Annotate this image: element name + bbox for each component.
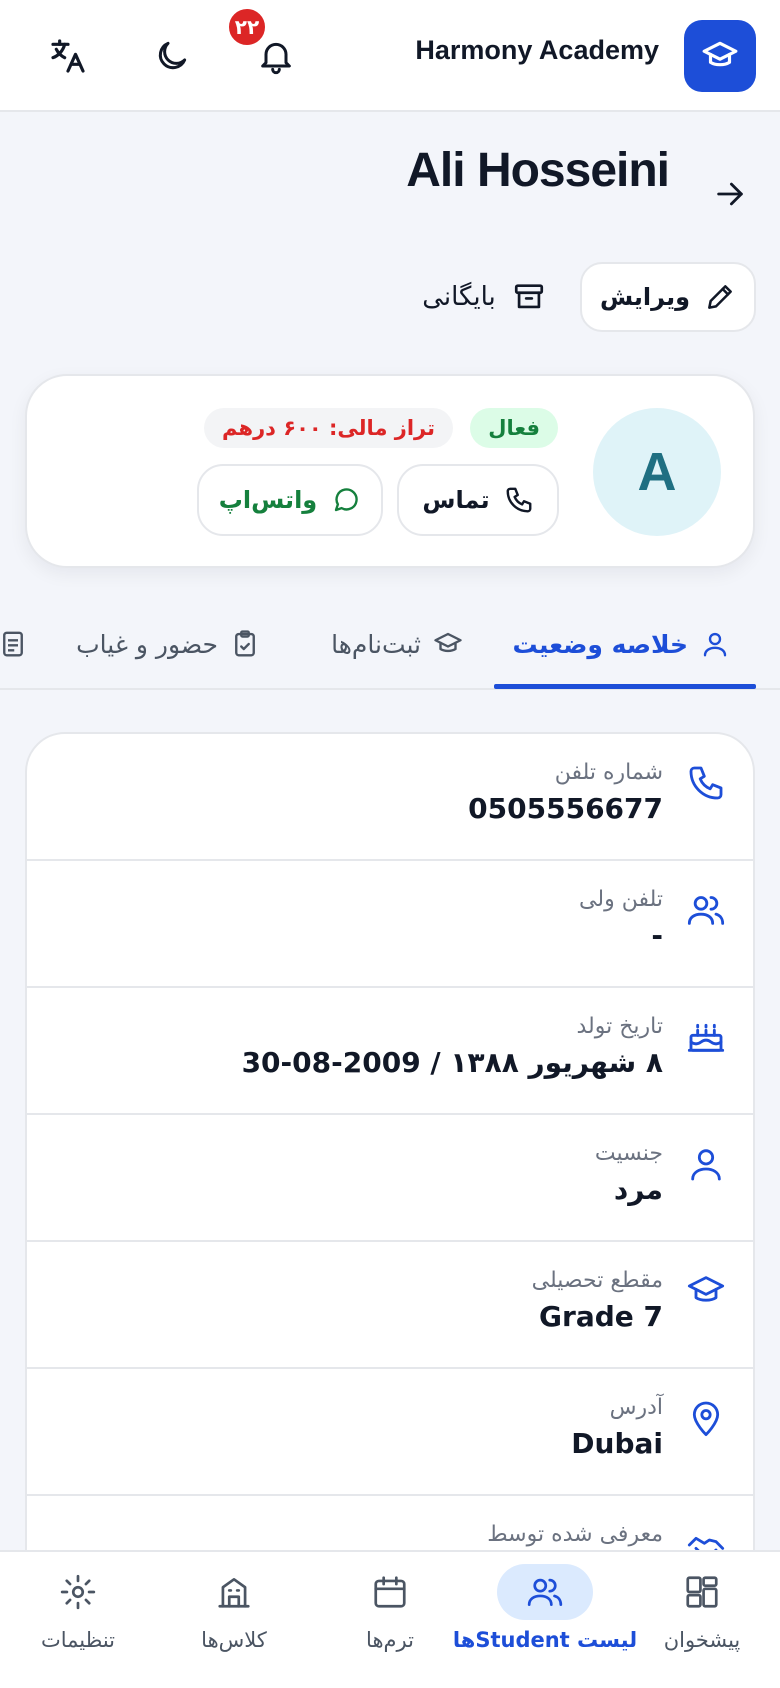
avatar: A <box>593 408 721 536</box>
tab-enrollments[interactable]: ثبت‌نام‌ها <box>331 598 463 690</box>
phone-icon <box>689 766 723 800</box>
student-name: Ali Hosseini <box>406 144 670 197</box>
top-app-bar: Harmony Academy ۲۲ <box>0 0 780 112</box>
info-label: مقطع تحصیلی <box>531 1268 663 1293</box>
call-button-label: تماس <box>422 486 490 514</box>
graduation-cap-icon <box>434 632 462 653</box>
bell-icon <box>261 42 291 75</box>
calendar-icon <box>374 1576 406 1608</box>
nav-terms-label: ترم‌ها <box>366 1628 414 1652</box>
brand-name: Harmony Academy <box>415 35 659 65</box>
info-row-phone: شماره تلفن 0505556677 <box>27 734 753 861</box>
user-icon <box>703 632 727 657</box>
info-label: جنسیت <box>594 1141 663 1166</box>
info-row-parent-phone: تلفن ولی - <box>27 861 753 988</box>
phone-icon <box>506 487 532 513</box>
chat-bubble-icon <box>335 488 358 512</box>
profile-tabs: خلاصه وضعیت ثبت‌نام‌ها حضور و غیاب <box>0 598 780 690</box>
tab-attendance-label: حضور و غیاب <box>76 629 218 659</box>
nav-settings-label: تنظیمات <box>40 1628 116 1652</box>
info-row-gender: جنسیت مرد <box>27 1115 753 1242</box>
bottom-navigation: پیشخوان لیست Studentها ترم‌ها کلاس‌ها تن… <box>0 1550 780 1688</box>
language-button[interactable] <box>42 30 94 82</box>
archive-icon <box>514 284 543 309</box>
student-profile-card: A فعال تراز مالی: ۶۰۰ درهم تماس واتس‌اپ <box>25 374 755 568</box>
tab-summary-label: خلاصه وضعیت <box>512 629 688 659</box>
nav-settings[interactable]: تنظیمات <box>28 1552 128 1688</box>
edit-button-label: ویرایش <box>599 283 691 311</box>
info-label: شماره تلفن <box>554 760 663 785</box>
document-icon <box>3 631 23 657</box>
nav-dashboard[interactable]: پیشخوان <box>652 1552 752 1688</box>
nav-classes-label: کلاس‌ها <box>201 1628 267 1652</box>
status-badge: فعال <box>470 408 558 448</box>
info-row-grade: مقطع تحصیلی Grade 7 <box>27 1242 753 1369</box>
dashboard-icon <box>686 1576 718 1608</box>
info-label: تاریخ تولد <box>576 1014 663 1039</box>
pencil-icon <box>708 285 732 309</box>
nav-dashboard-label: پیشخوان <box>663 1628 741 1652</box>
graduation-cap-icon <box>687 1276 725 1302</box>
info-value: Grade 7 <box>539 1300 663 1333</box>
back-button[interactable] <box>708 172 752 216</box>
clipboard-icon <box>235 630 255 657</box>
archive-button[interactable]: بایگانی <box>404 266 564 328</box>
active-tab-indicator <box>494 684 756 689</box>
info-value: مرد <box>613 1173 663 1206</box>
map-pin-icon <box>692 1401 720 1437</box>
whatsapp-button-label: واتس‌اپ <box>218 486 318 514</box>
info-value: 0505556677 <box>468 792 663 825</box>
graduation-cap-icon <box>702 41 738 67</box>
moon-icon <box>158 41 187 70</box>
info-value: Dubai <box>571 1427 663 1460</box>
gear-icon <box>60 1574 96 1610</box>
notification-count-badge: ۲۲ <box>226 6 268 48</box>
nav-students-label: لیست Studentها <box>452 1628 638 1652</box>
call-button[interactable]: تماس <box>397 464 559 536</box>
info-label: معرفی شده توسط <box>487 1522 663 1547</box>
whatsapp-button[interactable]: واتس‌اپ <box>197 464 383 536</box>
info-row-address: آدرس Dubai <box>27 1369 753 1496</box>
tab-enrollments-label: ثبت‌نام‌ها <box>331 629 421 659</box>
student-info-card: شماره تلفن 0505556677 تلفن ولی - تاریخ ت… <box>25 732 755 1688</box>
cake-icon <box>687 1023 725 1052</box>
info-row-birthdate: تاریخ تولد ۸ شهریور ۱۳۸۸ / 2009-08-30 <box>27 988 753 1115</box>
nav-classes[interactable]: کلاس‌ها <box>184 1552 284 1688</box>
info-label: آدرس <box>609 1395 663 1420</box>
building-icon <box>218 1577 250 1608</box>
users-icon <box>527 1578 563 1607</box>
tab-overflow[interactable] <box>0 598 28 690</box>
arrow-right-icon <box>717 182 743 206</box>
info-value: - <box>651 919 663 952</box>
translate-icon <box>51 39 85 73</box>
user-icon <box>691 1149 721 1181</box>
nav-students[interactable]: لیست Studentها <box>453 1552 637 1688</box>
edit-button[interactable]: ویرایش <box>580 262 756 332</box>
users-icon <box>687 896 725 925</box>
theme-toggle-button[interactable] <box>146 30 198 82</box>
tab-summary[interactable]: خلاصه وضعیت <box>512 598 730 690</box>
nav-terms[interactable]: ترم‌ها <box>340 1552 440 1688</box>
tab-attendance[interactable]: حضور و غیاب <box>76 598 260 690</box>
balance-badge: تراز مالی: ۶۰۰ درهم <box>204 408 453 448</box>
info-value: ۸ شهریور ۱۳۸۸ / 2009-08-30 <box>241 1046 663 1079</box>
info-label: تلفن ولی <box>579 887 663 912</box>
archive-button-label: بایگانی <box>422 282 496 312</box>
app-logo[interactable] <box>684 20 756 92</box>
